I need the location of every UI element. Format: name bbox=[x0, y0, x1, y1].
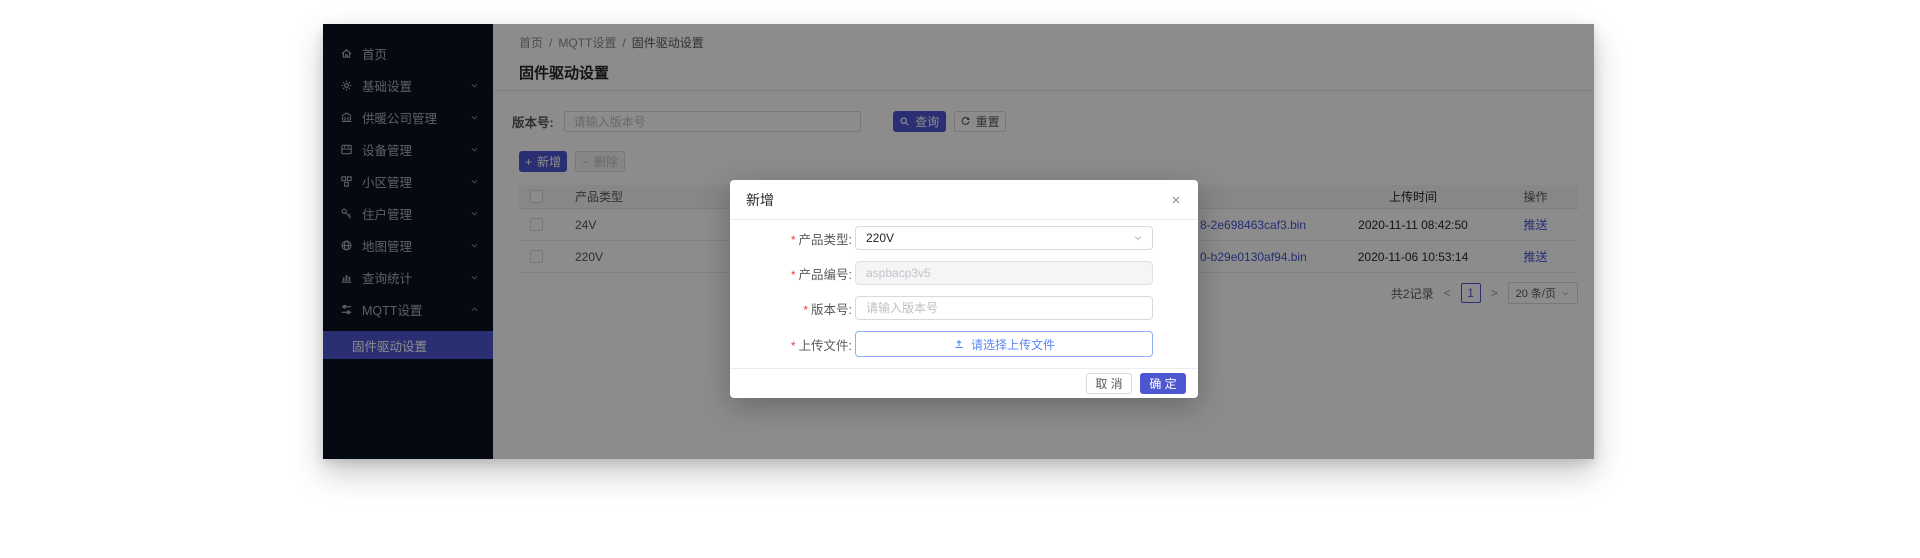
required-mark: * bbox=[791, 233, 796, 247]
upload-field-row: *上传文件: 请选择上传文件 bbox=[730, 331, 1198, 357]
modal-title: 新增 bbox=[746, 190, 774, 210]
close-icon[interactable]: × bbox=[1166, 190, 1186, 210]
product-type-label: *产品类型: bbox=[730, 229, 852, 248]
confirm-button[interactable]: 确 定 bbox=[1140, 373, 1186, 394]
app-window: 首页 基础设置 供暖公司管理 bbox=[323, 24, 1594, 459]
page: 首页 基础设置 供暖公司管理 bbox=[0, 0, 1920, 558]
product-code-label: *产品编号: bbox=[730, 264, 852, 283]
required-mark: * bbox=[791, 268, 796, 282]
modal-body: *产品类型: 220V *产品编号: aspbacp3v5 *版本 bbox=[730, 220, 1198, 357]
upload-file-button[interactable]: 请选择上传文件 bbox=[855, 331, 1153, 357]
product-type-value: 220V bbox=[866, 231, 894, 245]
version-label: *版本号: bbox=[730, 299, 852, 318]
required-mark: * bbox=[791, 339, 796, 353]
product-code-value: aspbacp3v5 bbox=[866, 266, 931, 280]
modal-footer: 取 消 确 定 bbox=[730, 368, 1198, 398]
add-modal: 新增 × *产品类型: 220V *产品编号: aspbac bbox=[730, 180, 1198, 398]
cancel-button[interactable]: 取 消 bbox=[1086, 373, 1132, 394]
upload-button-label: 请选择上传文件 bbox=[971, 336, 1055, 353]
product-type-field-row: *产品类型: 220V bbox=[730, 226, 1198, 250]
product-code-field-row: *产品编号: aspbacp3v5 bbox=[730, 261, 1198, 285]
product-type-select[interactable]: 220V bbox=[855, 226, 1153, 250]
version-input[interactable] bbox=[855, 296, 1153, 320]
upload-label: *上传文件: bbox=[730, 335, 852, 354]
upload-icon bbox=[953, 338, 965, 350]
modal-header: 新增 × bbox=[730, 180, 1198, 220]
required-mark: * bbox=[803, 303, 808, 317]
chevron-down-icon bbox=[1133, 233, 1143, 243]
version-field-row: *版本号: bbox=[730, 296, 1198, 320]
product-code-field: aspbacp3v5 bbox=[855, 261, 1153, 285]
